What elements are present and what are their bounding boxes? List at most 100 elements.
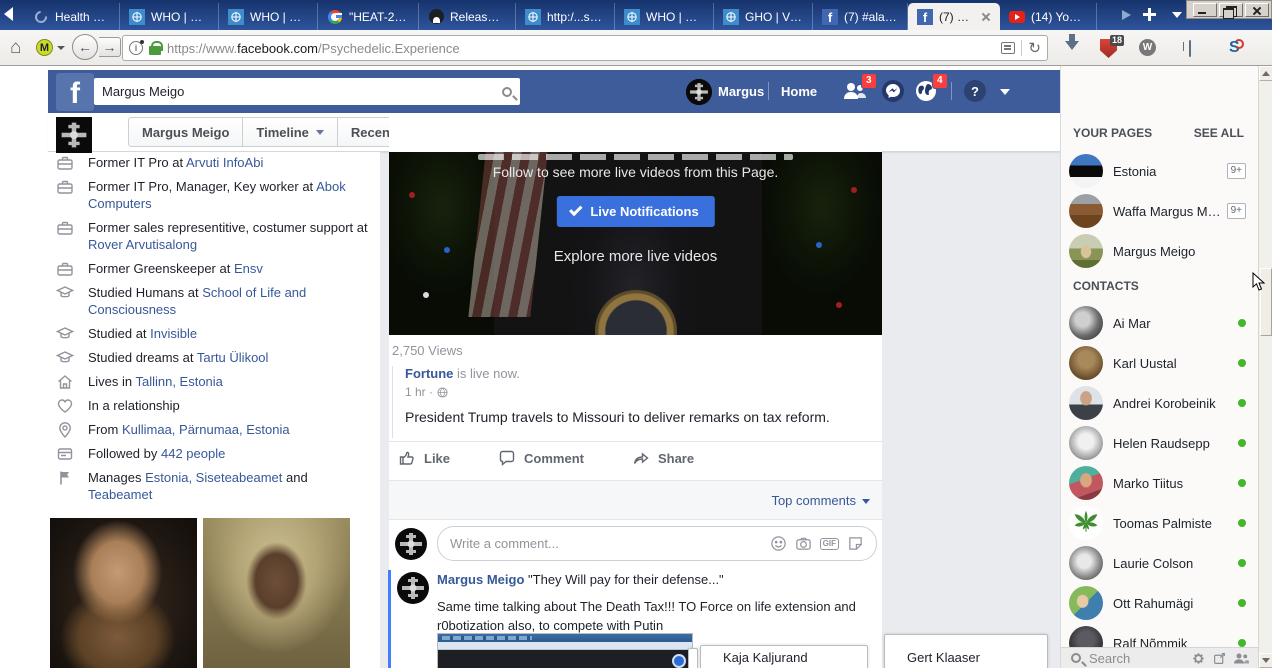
facebook-logo[interactable]: f: [56, 73, 94, 111]
tab-timeline[interactable]: Timeline: [243, 117, 338, 147]
contact-item[interactable]: Helen Raudsepp: [1113, 436, 1233, 451]
home-link[interactable]: Home: [781, 84, 817, 99]
minimize-button[interactable]: [1193, 2, 1217, 17]
chat-tab-gert[interactable]: Gert Klaaser: [884, 634, 1048, 668]
page-avatar-waffa[interactable]: [1069, 194, 1103, 228]
comment-composer[interactable]: Write a comment... GIF: [437, 526, 877, 561]
comment-attachment-image[interactable]: [437, 633, 693, 668]
page-avatar-margus[interactable]: [1069, 234, 1103, 268]
tab-health-eq[interactable]: Health Eq...: [24, 3, 120, 30]
contact-avatar[interactable]: [1069, 586, 1103, 620]
about-link[interactable]: Teabeamet: [88, 487, 152, 502]
gif-icon[interactable]: GIF: [819, 537, 839, 550]
about-link[interactable]: Tartu Ülikool: [197, 350, 269, 365]
tab-who-2[interactable]: WHO | He...: [219, 3, 318, 30]
contacts-search-placeholder[interactable]: Search: [1089, 651, 1184, 666]
reload-icon[interactable]: ↻: [1028, 41, 1041, 56]
site-info-icon[interactable]: i: [129, 40, 144, 55]
people-icon[interactable]: [1234, 652, 1249, 665]
extension-s-icon[interactable]: S: [1229, 39, 1240, 56]
contact-avatar[interactable]: [1069, 386, 1103, 420]
about-link[interactable]: Kullimaa, Pärnumaa, Estonia: [122, 422, 290, 437]
list-all-tabs-icon[interactable]: [1172, 12, 1182, 18]
commenter-name-link[interactable]: Margus Meigo: [437, 572, 524, 587]
extension-m-caret-icon[interactable]: [57, 46, 65, 50]
profile-name-button[interactable]: Margus Meigo: [128, 117, 244, 147]
explore-live-videos-link[interactable]: Explore more live videos: [389, 248, 882, 265]
about-link[interactable]: 442 people: [161, 446, 225, 461]
contact-item[interactable]: Ai Mar: [1113, 316, 1233, 331]
profile-avatar[interactable]: [56, 117, 92, 153]
tab-who-1[interactable]: WHO | He...: [120, 3, 219, 30]
sticker-icon[interactable]: [847, 535, 864, 552]
scrollbar[interactable]: [1258, 66, 1272, 668]
about-link[interactable]: Tallinn, Estonia: [135, 374, 222, 389]
profile-shortcut[interactable]: Margus: [718, 84, 764, 99]
new-message-icon[interactable]: [1213, 652, 1226, 665]
comment-input-placeholder[interactable]: Write a comment...: [450, 536, 762, 551]
tab-scroll-right-icon[interactable]: [1122, 10, 1131, 20]
commenter-avatar[interactable]: [397, 572, 429, 604]
account-menu-caret-icon[interactable]: [1000, 89, 1010, 95]
tab-who-pu[interactable]: WHO | Pu...: [615, 3, 714, 30]
tab-heat[interactable]: "HEAT-2.0...: [318, 3, 419, 30]
live-video-player[interactable]: Follow to see more live videos from this…: [389, 152, 882, 335]
contact-item[interactable]: Ott Rahumägi: [1113, 596, 1233, 611]
page-avatar-estonia[interactable]: [1069, 154, 1103, 188]
page-item[interactable]: Estonia: [1113, 164, 1223, 179]
contact-item[interactable]: Laurie Colson: [1113, 556, 1233, 571]
search-input[interactable]: Margus Meigo: [102, 84, 502, 99]
about-link[interactable]: Arvuti InfoAbi: [186, 155, 263, 170]
tab-scroll-left-icon[interactable]: [4, 7, 13, 21]
back-button[interactable]: ←: [72, 34, 98, 60]
home-icon[interactable]: ⌂: [10, 38, 21, 57]
contact-item[interactable]: Andrei Korobeinik: [1113, 396, 1243, 411]
timestamp[interactable]: 1 hr ·: [405, 385, 433, 399]
scroll-down-button[interactable]: [1259, 653, 1272, 668]
see-all-link[interactable]: SEE ALL: [1194, 126, 1244, 140]
contact-avatar-cannabis[interactable]: [1069, 506, 1103, 540]
page-item[interactable]: Waffa Margus Meigo ...: [1113, 204, 1223, 219]
profile-photo-2[interactable]: [203, 518, 350, 668]
tab-txt[interactable]: http:/...s.txt: [516, 3, 615, 30]
profile-photo-1[interactable]: [50, 518, 197, 668]
contact-avatar[interactable]: [1069, 426, 1103, 460]
tab-gho[interactable]: GHO | Visu...: [714, 3, 813, 30]
like-button[interactable]: Like: [398, 449, 450, 467]
about-link[interactable]: Estonia, Siseteabeamet: [145, 470, 282, 485]
contact-avatar[interactable]: [1069, 306, 1103, 340]
emoji-icon[interactable]: [770, 535, 787, 552]
avatar[interactable]: [686, 79, 712, 105]
tab-alatiu[interactable]: f (7) #alatiu...: [813, 3, 908, 30]
contacts-search-bar[interactable]: Search: [1061, 647, 1259, 668]
contact-item[interactable]: Karl Uustal: [1113, 356, 1233, 371]
contact-avatar[interactable]: [1069, 466, 1103, 500]
contact-item[interactable]: Marko Tiitus: [1113, 476, 1233, 491]
about-link[interactable]: Invisible: [150, 326, 197, 341]
top-comments-selector[interactable]: Top comments: [771, 493, 856, 508]
chat-tab-kaja[interactable]: Kaja Kaljurand: [700, 645, 868, 668]
camera-icon[interactable]: [795, 535, 812, 552]
scroll-up-button[interactable]: [1259, 66, 1272, 81]
chat-tab-sliver[interactable]: [688, 648, 698, 668]
reader-mode-icon[interactable]: [1001, 42, 1016, 54]
messenger-icon[interactable]: [881, 79, 905, 106]
comment-button[interactable]: Comment: [498, 449, 584, 467]
url-bar[interactable]: i https://www.facebook.com/Psychedelic.E…: [122, 35, 1048, 61]
about-link[interactable]: Rover Arvutisalong: [88, 237, 197, 252]
contact-avatar[interactable]: [1069, 546, 1103, 580]
share-button[interactable]: Share: [632, 449, 694, 467]
sidebar-toggle-icon[interactable]: [1189, 40, 1191, 57]
about-link[interactable]: Ensv: [234, 261, 263, 276]
contact-avatar[interactable]: [1069, 346, 1103, 380]
chevron-down-icon[interactable]: [862, 499, 870, 504]
forward-button[interactable]: →: [99, 37, 121, 57]
new-tab-button[interactable]: [1143, 8, 1156, 21]
extension-w-icon[interactable]: W: [1139, 39, 1156, 56]
page-item[interactable]: Margus Meigo: [1113, 244, 1243, 259]
help-icon[interactable]: ?: [964, 80, 986, 102]
facebook-search-bar[interactable]: Margus Meigo: [94, 78, 520, 105]
contact-item[interactable]: Toomas Palmiste: [1113, 516, 1243, 531]
live-notifications-button[interactable]: Live Notifications: [556, 196, 715, 227]
downloads-icon[interactable]: [1065, 41, 1079, 65]
